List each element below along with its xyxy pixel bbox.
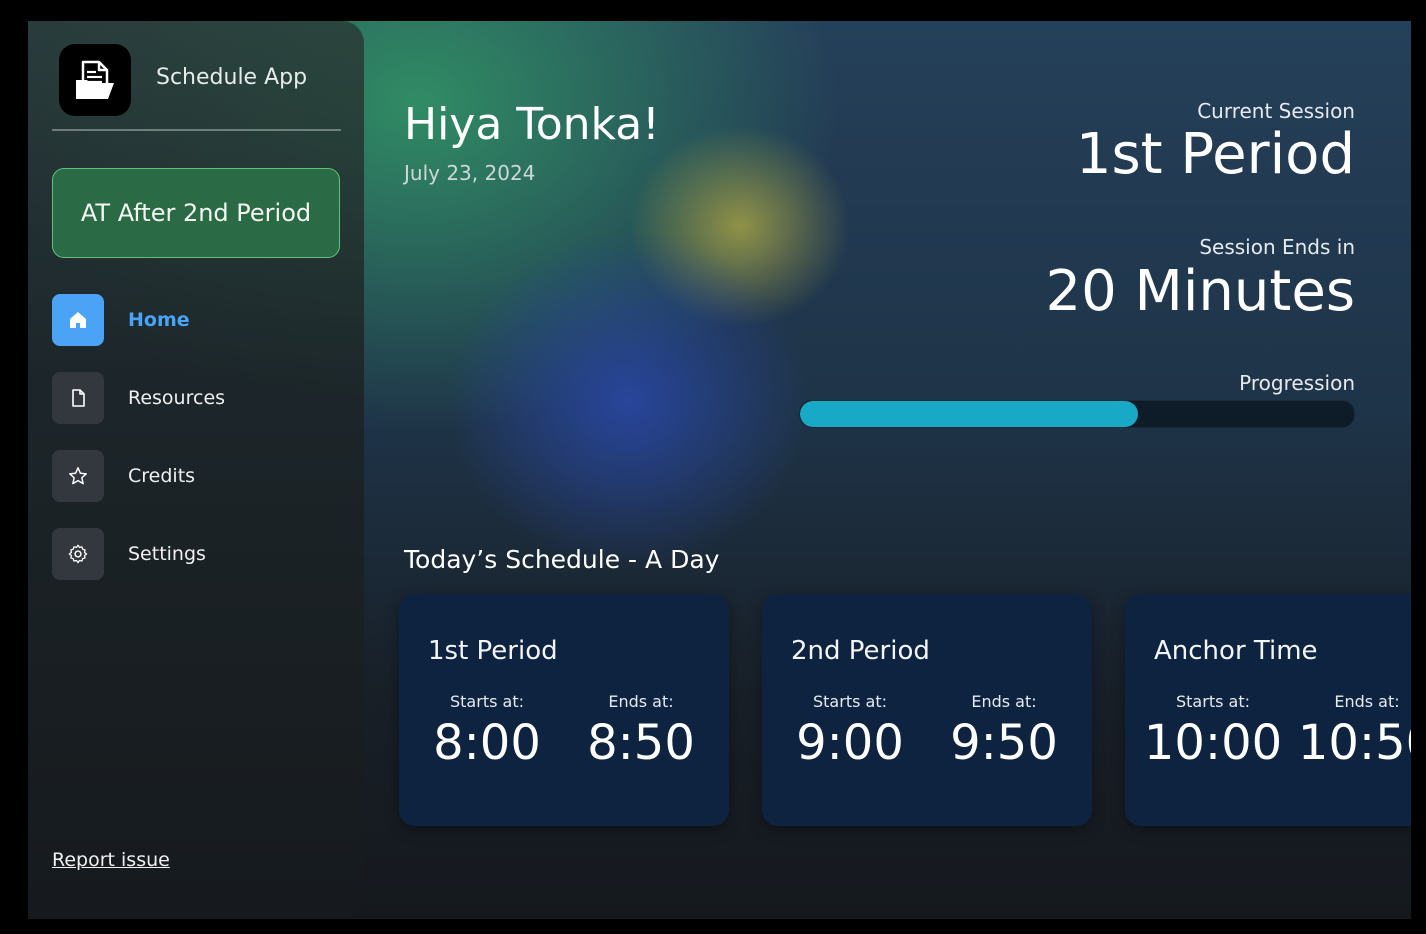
end-time: 9:50 — [950, 715, 1058, 771]
starts-label: Starts at: — [1176, 692, 1250, 711]
start-time: 9:00 — [796, 715, 904, 771]
current-session-label: Current Session — [1197, 99, 1355, 123]
period-name: 1st Period — [428, 636, 558, 666]
end-column: Ends at: 8:50 — [571, 692, 711, 771]
current-session-value: 1st Period — [1075, 122, 1355, 187]
gear-icon-box — [52, 528, 104, 580]
home-icon — [70, 312, 86, 328]
sidebar-item-label: Resources — [128, 387, 226, 409]
starts-label: Starts at: — [813, 692, 887, 711]
sidebar-item-resources[interactable]: Resources — [52, 372, 332, 424]
home-icon-box — [52, 294, 104, 346]
progress-bar-fill — [800, 401, 1138, 427]
current-date: July 23, 2024 — [404, 161, 536, 185]
sidebar-item-label: Home — [128, 309, 190, 331]
gear-icon — [68, 544, 88, 564]
start-time: 8:00 — [433, 715, 541, 771]
app-window: Schedule App AT After 2nd Period Home Re… — [28, 21, 1411, 919]
sidebar: Schedule App AT After 2nd Period Home Re… — [28, 21, 364, 919]
greeting: Hiya Tonka! — [404, 99, 660, 150]
start-column: Starts at: 9:00 — [780, 692, 920, 771]
sidebar-item-label: Settings — [128, 543, 206, 565]
document-icon-box — [52, 372, 104, 424]
period-name: 2nd Period — [791, 636, 930, 666]
end-time: 8:50 — [587, 715, 695, 771]
ends-label: Ends at: — [971, 692, 1037, 711]
app-logo — [59, 44, 131, 116]
ends-label: Ends at: — [608, 692, 674, 711]
session-ends-value: 20 Minutes — [1045, 259, 1355, 324]
schedule-card-anchor-time[interactable]: Anchor Time Starts at: 10:00 Ends at: 10… — [1125, 594, 1411, 826]
end-column: Ends at: 9:50 — [934, 692, 1074, 771]
sidebar-item-label: Credits — [128, 465, 196, 487]
document-icon — [72, 389, 85, 407]
session-ends-label: Session Ends in — [1199, 235, 1355, 259]
star-icon — [69, 467, 87, 485]
end-column: Ends at: 10:50 — [1297, 692, 1411, 771]
end-time: 10:50 — [1297, 715, 1411, 771]
ends-label: Ends at: — [1334, 692, 1400, 711]
starts-label: Starts at: — [450, 692, 524, 711]
start-column: Starts at: 8:00 — [417, 692, 557, 771]
schedule-card-2nd-period[interactable]: 2nd Period Starts at: 9:00 Ends at: 9:50 — [762, 594, 1092, 826]
progression-label: Progression — [1239, 371, 1355, 395]
sidebar-item-settings[interactable]: Settings — [52, 528, 332, 580]
status-card[interactable]: AT After 2nd Period — [52, 168, 340, 258]
schedule-title: Today’s Schedule - A Day — [404, 545, 720, 574]
folder-document-icon — [76, 60, 114, 99]
app-title: Schedule App — [156, 65, 308, 90]
sidebar-item-credits[interactable]: Credits — [52, 450, 332, 502]
sidebar-item-home[interactable]: Home — [52, 294, 332, 346]
report-issue-link[interactable]: Report issue — [52, 849, 170, 871]
status-label: AT After 2nd Period — [80, 199, 312, 227]
start-column: Starts at: 10:00 — [1143, 692, 1283, 771]
sidebar-divider — [52, 129, 341, 131]
star-icon-box — [52, 450, 104, 502]
start-time: 10:00 — [1143, 715, 1283, 771]
progress-bar — [799, 400, 1355, 428]
schedule-card-1st-period[interactable]: 1st Period Starts at: 8:00 Ends at: 8:50 — [399, 594, 729, 826]
period-name: Anchor Time — [1154, 636, 1318, 666]
